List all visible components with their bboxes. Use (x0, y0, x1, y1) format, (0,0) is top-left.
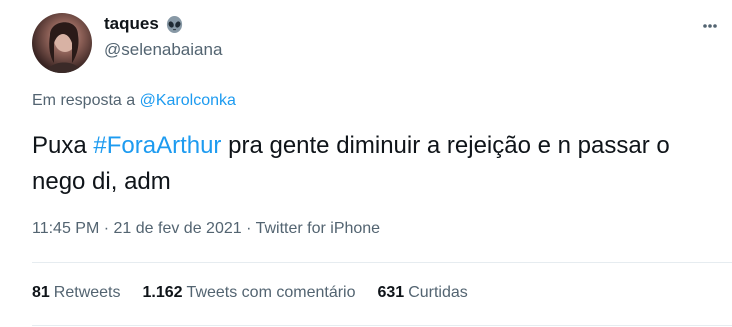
reply-mention-link[interactable]: @Karolconka (140, 92, 236, 109)
quote-tweets-stat[interactable]: 1.162 Tweets com comentário (143, 284, 356, 302)
retweets-label: Retweets (53, 284, 121, 301)
tweet-text-before: Puxa (32, 132, 87, 159)
reply-context: Em resposta a @Karolconka (32, 92, 236, 110)
author-display-name[interactable]: taques (104, 14, 159, 34)
avatar-photo (46, 22, 82, 73)
likes-count: 631 (377, 284, 405, 301)
retweets-stat[interactable]: 81 Retweets (32, 284, 121, 302)
tweet-date[interactable]: 21 de fev de 2021 (114, 220, 242, 237)
meta-separator: · (246, 220, 252, 237)
author-name-row: taques (104, 14, 184, 34)
meta-separator: · (103, 220, 110, 237)
quote-tweets-count: 1.162 (142, 284, 183, 301)
divider (32, 262, 732, 263)
likes-label: Curtidas (408, 284, 468, 301)
tweet-meta: 11:45 PM · 21 de fev de 2021 · Twitter f… (32, 220, 380, 238)
tweet-source[interactable]: Twitter for iPhone (256, 220, 381, 237)
divider (32, 325, 732, 326)
reply-prefix: Em resposta a (32, 92, 136, 109)
avatar[interactable] (32, 13, 92, 73)
quote-tweets-label: Tweets com comentário (186, 284, 356, 301)
likes-stat[interactable]: 631 Curtidas (378, 284, 468, 302)
tweet-text: Puxa #ForaArthur pra gente diminuir a re… (32, 128, 712, 200)
alien-icon (165, 15, 184, 34)
tweet-card: taques @selenabaiana Em resposta a @Karo… (0, 0, 732, 327)
retweets-count: 81 (32, 284, 50, 301)
tweet-time[interactable]: 11:45 PM (32, 220, 99, 237)
tweet-stats: 81 Retweets 1.162 Tweets com comentário … (32, 284, 468, 302)
more-options-icon[interactable] (698, 19, 722, 31)
author-handle[interactable]: @selenabaiana (104, 40, 222, 60)
hashtag-link[interactable]: #ForaArthur (93, 132, 221, 159)
